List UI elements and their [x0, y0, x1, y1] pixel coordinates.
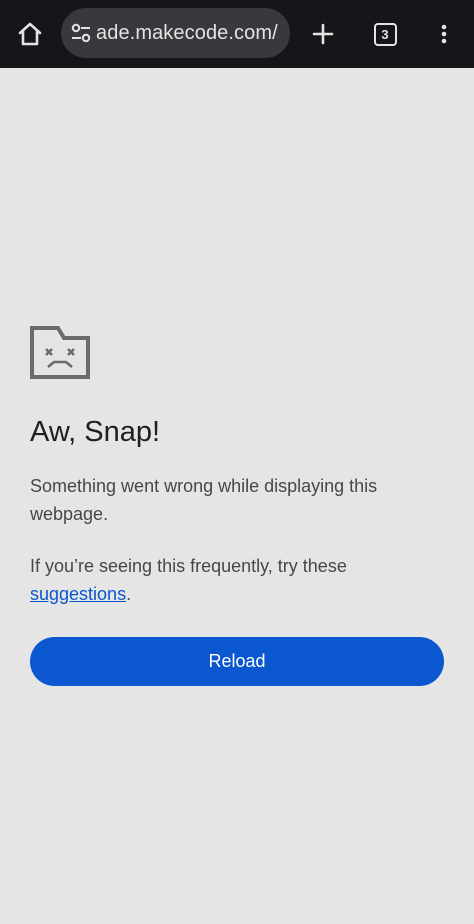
tune-icon[interactable] — [69, 21, 93, 45]
error-hint-suffix: . — [126, 584, 132, 604]
error-hint: If you’re seeing this frequently, try th… — [30, 552, 430, 608]
url-text[interactable]: ade.makecode.com/ — [96, 8, 290, 58]
sad-tab-icon — [30, 326, 90, 379]
error-message: Something went wrong while displaying th… — [30, 476, 378, 524]
suggestions-link[interactable]: suggestions — [30, 584, 126, 604]
error-heading: Aw, Snap! — [30, 416, 161, 448]
new-tab-button[interactable] — [301, 12, 345, 56]
reload-button[interactable]: Reload — [30, 637, 444, 686]
tab-switcher-button[interactable]: 3 — [363, 12, 407, 56]
tab-count: 3 — [373, 22, 397, 46]
address-bar[interactable]: ade.makecode.com/ — [61, 8, 290, 58]
home-icon — [18, 22, 42, 46]
plus-icon — [312, 23, 334, 45]
home-button[interactable] — [8, 12, 52, 56]
browser-toolbar: ade.makecode.com/ 3 — [0, 0, 474, 68]
error-hint-text: If you’re seeing this frequently, try th… — [30, 556, 347, 576]
more-vert-icon — [441, 24, 447, 44]
menu-button[interactable] — [422, 12, 466, 56]
